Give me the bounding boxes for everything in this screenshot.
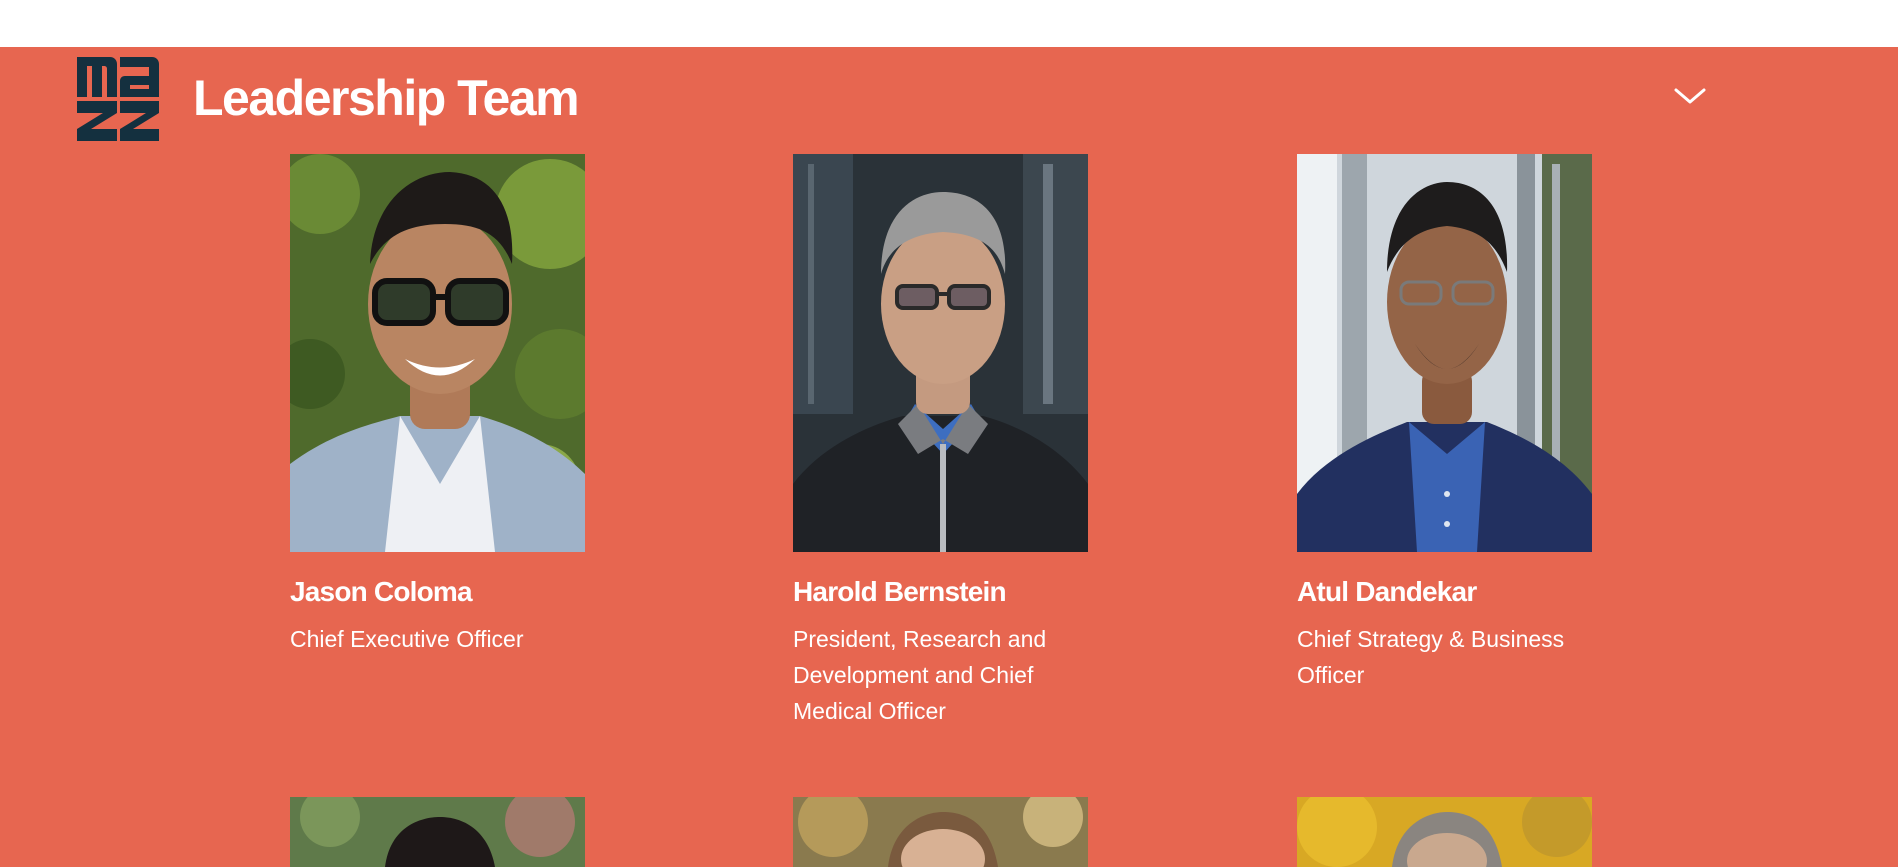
member-photo[interactable]	[1297, 797, 1592, 867]
member-photo[interactable]	[290, 797, 585, 867]
member-name[interactable]: Jason Coloma	[290, 572, 590, 612]
member-name[interactable]: Harold Bernstein	[793, 572, 1093, 612]
member-role: Chief Strategy & Business Officer	[1297, 626, 1565, 688]
top-blank-strip	[0, 0, 1898, 47]
chevron-down-icon[interactable]	[1672, 82, 1708, 108]
member-photo[interactable]	[1297, 154, 1592, 552]
member-photo[interactable]	[290, 154, 585, 552]
member-photo[interactable]	[793, 797, 1088, 867]
maze-logo-icon[interactable]	[77, 57, 159, 141]
member-role: President, Research and Development and …	[793, 626, 1047, 724]
member-role: Chief Executive Officer	[290, 626, 524, 652]
member-photo[interactable]	[793, 154, 1088, 552]
section-header: Leadership Team	[0, 47, 1898, 152]
leadership-section: Leadership Team Jason Coloma Chief Execu…	[0, 47, 1898, 867]
section-title: Leadership Team	[193, 70, 580, 126]
member-name[interactable]: Atul Dandekar	[1297, 572, 1597, 612]
